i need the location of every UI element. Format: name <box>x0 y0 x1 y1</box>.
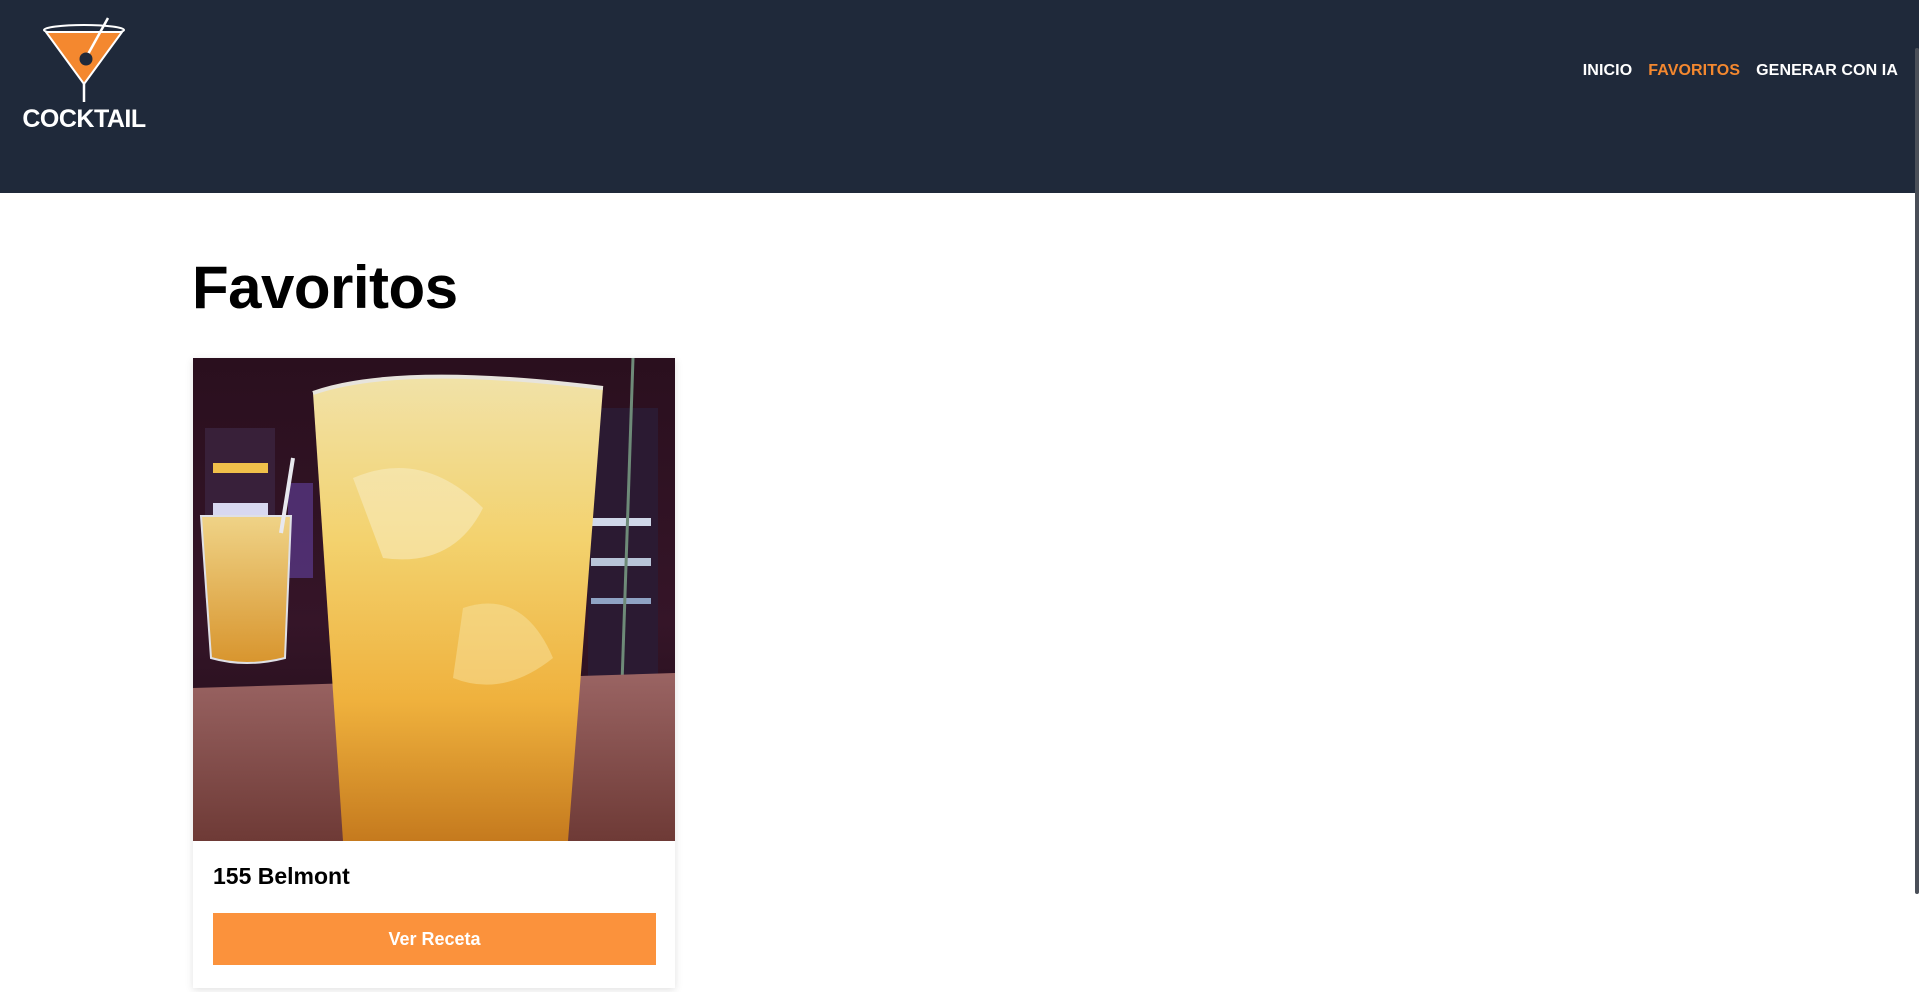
nav-link-generar-con-ia[interactable]: GENERAR CON IA <box>1756 62 1898 80</box>
cocktail-photo <box>193 358 675 841</box>
page-scrollbar[interactable] <box>1915 48 1919 894</box>
brand-name: COCKTAIL <box>22 105 146 133</box>
nav-link-inicio[interactable]: INICIO <box>1583 62 1633 80</box>
brand-logo[interactable]: COCKTAIL <box>18 16 150 134</box>
page-title: Favoritos <box>192 254 458 321</box>
cocktail-name: 155 Belmont <box>213 863 350 889</box>
view-recipe-button[interactable]: Ver Receta <box>213 913 656 965</box>
cocktail-glass-icon <box>43 17 125 102</box>
nav-link-favoritos[interactable]: FAVORITOS <box>1648 62 1740 80</box>
site-header: COCKTAIL INICIO FAVORITOS GENERAR CON IA <box>0 0 1919 193</box>
main-nav: INICIO FAVORITOS GENERAR CON IA <box>1583 62 1898 80</box>
favorite-card: 155 Belmont Ver Receta <box>193 358 675 988</box>
